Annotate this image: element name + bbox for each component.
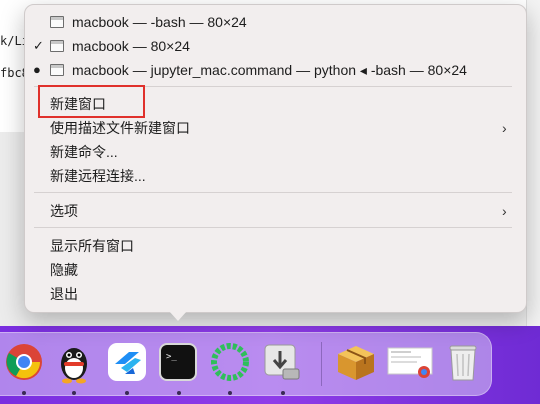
menu-item-window-bash[interactable]: macbook — -bash — 80×24 — [72, 13, 247, 31]
running-indicator — [177, 391, 181, 395]
dock-separator — [321, 342, 322, 386]
window-scrollbar[interactable] — [526, 0, 540, 330]
menu-item-show-all-windows[interactable]: 显示所有窗口 — [50, 237, 134, 255]
menu-item-hide[interactable]: 隐藏 — [50, 261, 78, 279]
menu-item-new-command[interactable]: 新建命令... — [50, 143, 118, 161]
qq-icon[interactable] — [52, 340, 96, 384]
terminal-icon[interactable]: >_ — [156, 340, 200, 384]
menu-separator — [34, 227, 512, 228]
menu-pointer-arrow — [169, 311, 187, 321]
menu-separator — [34, 192, 512, 193]
chrome-icon[interactable] — [2, 340, 46, 384]
menu-item-window-jupyter[interactable]: macbook — jupyter_mac.command — python ◂… — [72, 61, 467, 79]
package-icon[interactable] — [334, 340, 378, 384]
running-indicator — [125, 391, 129, 395]
running-indicator — [281, 391, 285, 395]
checkmark-icon: ✓ — [33, 38, 44, 53]
chevron-right-icon: › — [502, 203, 507, 219]
screenshot-thumbnail-icon[interactable] — [386, 340, 434, 384]
trash-icon[interactable] — [441, 340, 485, 384]
menu-item-new-window-with-profile[interactable]: 使用描述文件新建窗口 — [50, 119, 190, 137]
window-icon — [50, 64, 64, 76]
menu-item-options[interactable]: 选项 — [50, 202, 78, 220]
chevron-right-icon: › — [502, 120, 507, 136]
menu-item-new-remote-connection[interactable]: 新建远程连接... — [50, 167, 146, 185]
dot-indicator-icon: ● — [33, 62, 41, 77]
menu-item-window-macbook[interactable]: macbook — 80×24 — [72, 37, 190, 55]
annotation-highlight-box — [38, 85, 145, 118]
window-icon — [50, 40, 64, 52]
running-indicator — [22, 391, 26, 395]
menu-item-quit[interactable]: 退出 — [50, 285, 78, 303]
running-indicator — [228, 391, 232, 395]
installer-icon[interactable] — [260, 340, 304, 384]
terminal-prompt: >_ — [166, 352, 177, 362]
window-icon — [50, 16, 64, 28]
running-indicator — [72, 391, 76, 395]
feishu-icon[interactable] — [105, 340, 149, 384]
loading-ring-icon[interactable] — [208, 340, 252, 384]
